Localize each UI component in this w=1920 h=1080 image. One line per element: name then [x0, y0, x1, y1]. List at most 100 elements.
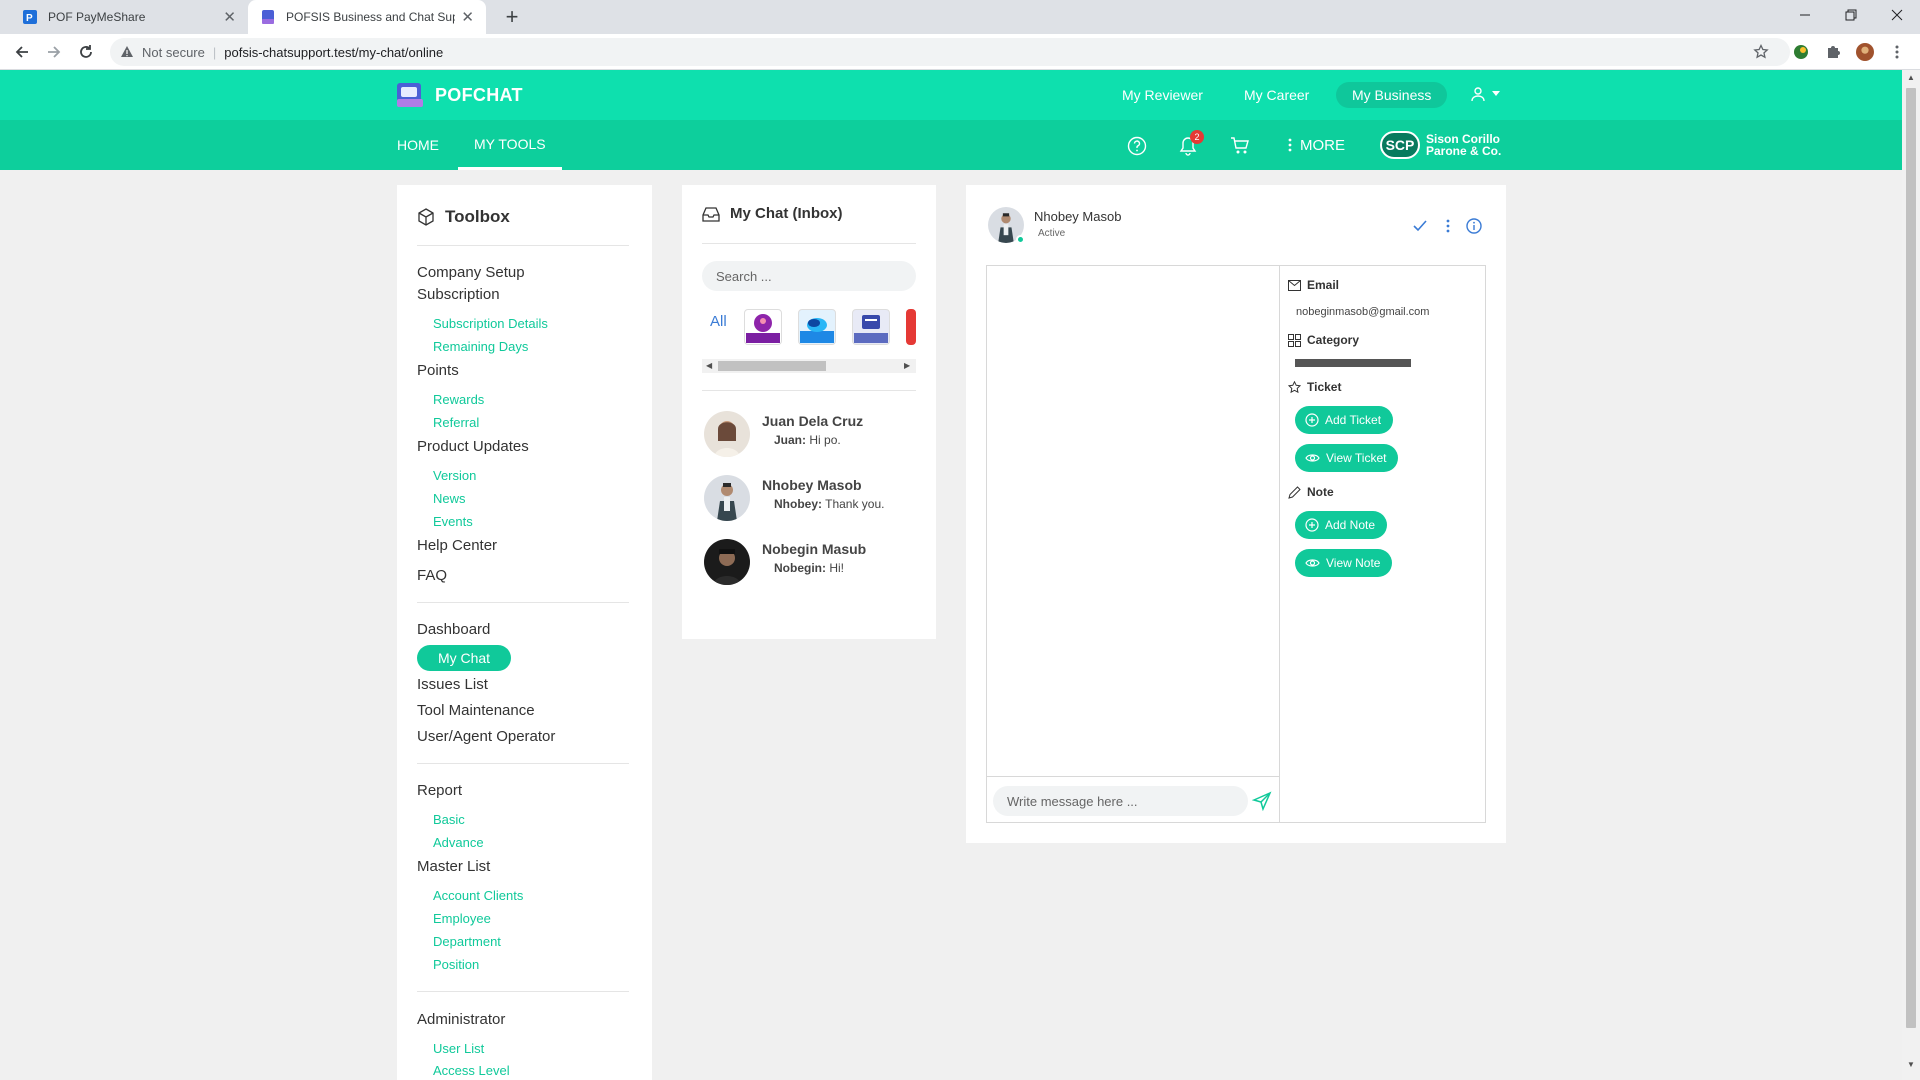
chat-window-icon: [854, 315, 888, 343]
address-bar[interactable]: Not secure | pofsis-chatsupport.test/my-…: [110, 38, 1790, 66]
bookmark-star-icon[interactable]: [1752, 43, 1770, 61]
menu-points[interactable]: Points: [417, 362, 459, 379]
menu-news[interactable]: News: [433, 491, 466, 506]
vertical-dots-icon: [1288, 138, 1292, 152]
help-icon[interactable]: [1126, 135, 1148, 157]
menu-product-updates[interactable]: Product Updates: [417, 438, 529, 455]
inbox-search-input[interactable]: [702, 261, 916, 291]
menu-dashboard[interactable]: Dashboard: [417, 621, 490, 638]
add-ticket-label: Add Ticket: [1325, 413, 1382, 427]
menu-advance[interactable]: Advance: [433, 835, 484, 850]
pofchat-logo[interactable]: POFCHAT: [397, 83, 523, 107]
channel-scrollbar[interactable]: ◀ ▶: [702, 359, 916, 373]
menu-position[interactable]: Position: [433, 957, 479, 972]
new-tab-button[interactable]: +: [498, 4, 526, 30]
app-header: POFCHAT My Reviewer My Career My Busines…: [0, 70, 1902, 120]
svg-text:P: P: [26, 13, 33, 24]
add-note-button[interactable]: Add Note: [1295, 511, 1388, 539]
tab-home[interactable]: HOME: [397, 120, 439, 170]
channel-filter-indigo-chat[interactable]: [852, 309, 890, 345]
menu-faq[interactable]: FAQ: [417, 567, 447, 584]
scrollbar-thumb[interactable]: [1906, 88, 1916, 1028]
menu-company-setup[interactable]: Company Setup: [417, 264, 525, 281]
view-note-button[interactable]: View Note: [1295, 549, 1393, 577]
add-note-label: Add Note: [1325, 518, 1376, 532]
browser-menu-icon[interactable]: [1888, 43, 1906, 61]
menu-access-level[interactable]: Access Level: [433, 1063, 510, 1078]
avatar: [704, 411, 750, 457]
company-initials: SCP: [1380, 131, 1420, 159]
menu-events[interactable]: Events: [433, 514, 473, 529]
browser-tab-paymeshare[interactable]: P POF PayMeShare ✕: [10, 0, 248, 34]
channel-scrollbar-thumb[interactable]: [718, 361, 826, 371]
email-value: nobeginmasob@gmail.com: [1296, 306, 1430, 318]
divider: [702, 390, 916, 391]
menu-referral[interactable]: Referral: [433, 415, 479, 430]
restore-window-icon[interactable]: [1828, 0, 1874, 30]
message-input[interactable]: [993, 786, 1248, 816]
conversation-item[interactable]: Nhobey Masob Nhobey: Thank you.: [704, 473, 918, 525]
profile-avatar-icon[interactable]: [1856, 43, 1874, 61]
company-logo[interactable]: SCP Sison Corillo Parone & Co.: [1380, 131, 1501, 159]
menu-my-chat[interactable]: My Chat: [417, 645, 511, 671]
scroll-down-arrow-icon[interactable]: ▼: [1906, 1060, 1916, 1069]
minimize-window-icon[interactable]: [1782, 0, 1828, 30]
menu-help-center[interactable]: Help Center: [417, 537, 497, 554]
menu-rewards[interactable]: Rewards: [433, 392, 484, 407]
back-arrow-icon[interactable]: [12, 42, 32, 62]
nav-my-business[interactable]: My Business: [1336, 82, 1448, 108]
forward-arrow-icon[interactable]: [44, 42, 64, 62]
menu-subscription-details[interactable]: Subscription Details: [433, 316, 548, 331]
menu-employee[interactable]: Employee: [433, 911, 491, 926]
channel-filter-red[interactable]: [906, 309, 916, 345]
browser-tab-label: POF PayMeShare: [48, 10, 146, 24]
menu-report[interactable]: Report: [417, 782, 462, 799]
pencil-icon: [1288, 485, 1301, 499]
note-label: Note: [1307, 485, 1334, 499]
cart-icon[interactable]: [1229, 135, 1251, 157]
conversation-message: Hi!: [829, 561, 845, 575]
close-window-icon[interactable]: [1874, 0, 1920, 30]
more-menu[interactable]: MORE: [1288, 120, 1345, 170]
menu-basic[interactable]: Basic: [433, 812, 465, 827]
resolve-check-icon[interactable]: [1412, 218, 1428, 234]
menu-master-list[interactable]: Master List: [417, 858, 490, 875]
menu-subscription[interactable]: Subscription: [417, 286, 500, 303]
channel-filter-blue-chat[interactable]: [798, 309, 836, 345]
close-tab-icon[interactable]: ✕: [223, 8, 236, 26]
user-menu-dropdown[interactable]: [1470, 86, 1500, 102]
conversation-item[interactable]: Juan Dela Cruz Juan: Hi po.: [704, 409, 918, 461]
toolbox-title: Toolbox: [445, 207, 510, 226]
extensions-puzzle-icon[interactable]: [1824, 43, 1842, 61]
menu-issues-list[interactable]: Issues List: [417, 676, 488, 693]
menu-user-agent-operator[interactable]: User/Agent Operator: [417, 728, 555, 745]
menu-account-clients[interactable]: Account Clients: [433, 888, 523, 903]
reload-icon[interactable]: [76, 42, 96, 62]
extension-globe-icon[interactable]: [1792, 43, 1810, 61]
menu-user-list[interactable]: User List: [433, 1041, 484, 1056]
chat-options-icon[interactable]: [1440, 218, 1456, 234]
menu-administrator[interactable]: Administrator: [417, 1011, 505, 1028]
channel-filter-purple[interactable]: [744, 309, 782, 345]
filter-all[interactable]: All: [710, 313, 727, 330]
close-tab-icon[interactable]: ✕: [461, 8, 474, 26]
add-ticket-button[interactable]: Add Ticket: [1295, 406, 1394, 434]
nav-my-career[interactable]: My Career: [1244, 82, 1309, 108]
category-bar[interactable]: [1295, 359, 1411, 367]
conversation-item[interactable]: Nobegin Masub Nobegin: Hi!: [704, 537, 918, 589]
scroll-up-arrow-icon[interactable]: ▲: [1906, 73, 1916, 82]
browser-tab-pofsis[interactable]: POFSIS Business and Chat Support ✕: [248, 0, 486, 34]
message-area[interactable]: [987, 266, 1280, 776]
menu-remaining-days[interactable]: Remaining Days: [433, 339, 528, 354]
tab-my-tools[interactable]: MY TOOLS: [458, 120, 562, 170]
view-ticket-button[interactable]: View Ticket: [1295, 444, 1399, 472]
send-icon[interactable]: [1252, 791, 1272, 811]
nav-my-reviewer[interactable]: My Reviewer: [1122, 82, 1203, 108]
menu-department[interactable]: Department: [433, 934, 501, 949]
scroll-right-arrow-icon[interactable]: ▶: [904, 359, 910, 373]
menu-tool-maintenance[interactable]: Tool Maintenance: [417, 702, 535, 719]
page-scrollbar[interactable]: ▲ ▼: [1902, 70, 1920, 1080]
scroll-left-arrow-icon[interactable]: ◀: [706, 359, 712, 373]
menu-version[interactable]: Version: [433, 468, 476, 483]
info-icon[interactable]: [1466, 218, 1482, 234]
